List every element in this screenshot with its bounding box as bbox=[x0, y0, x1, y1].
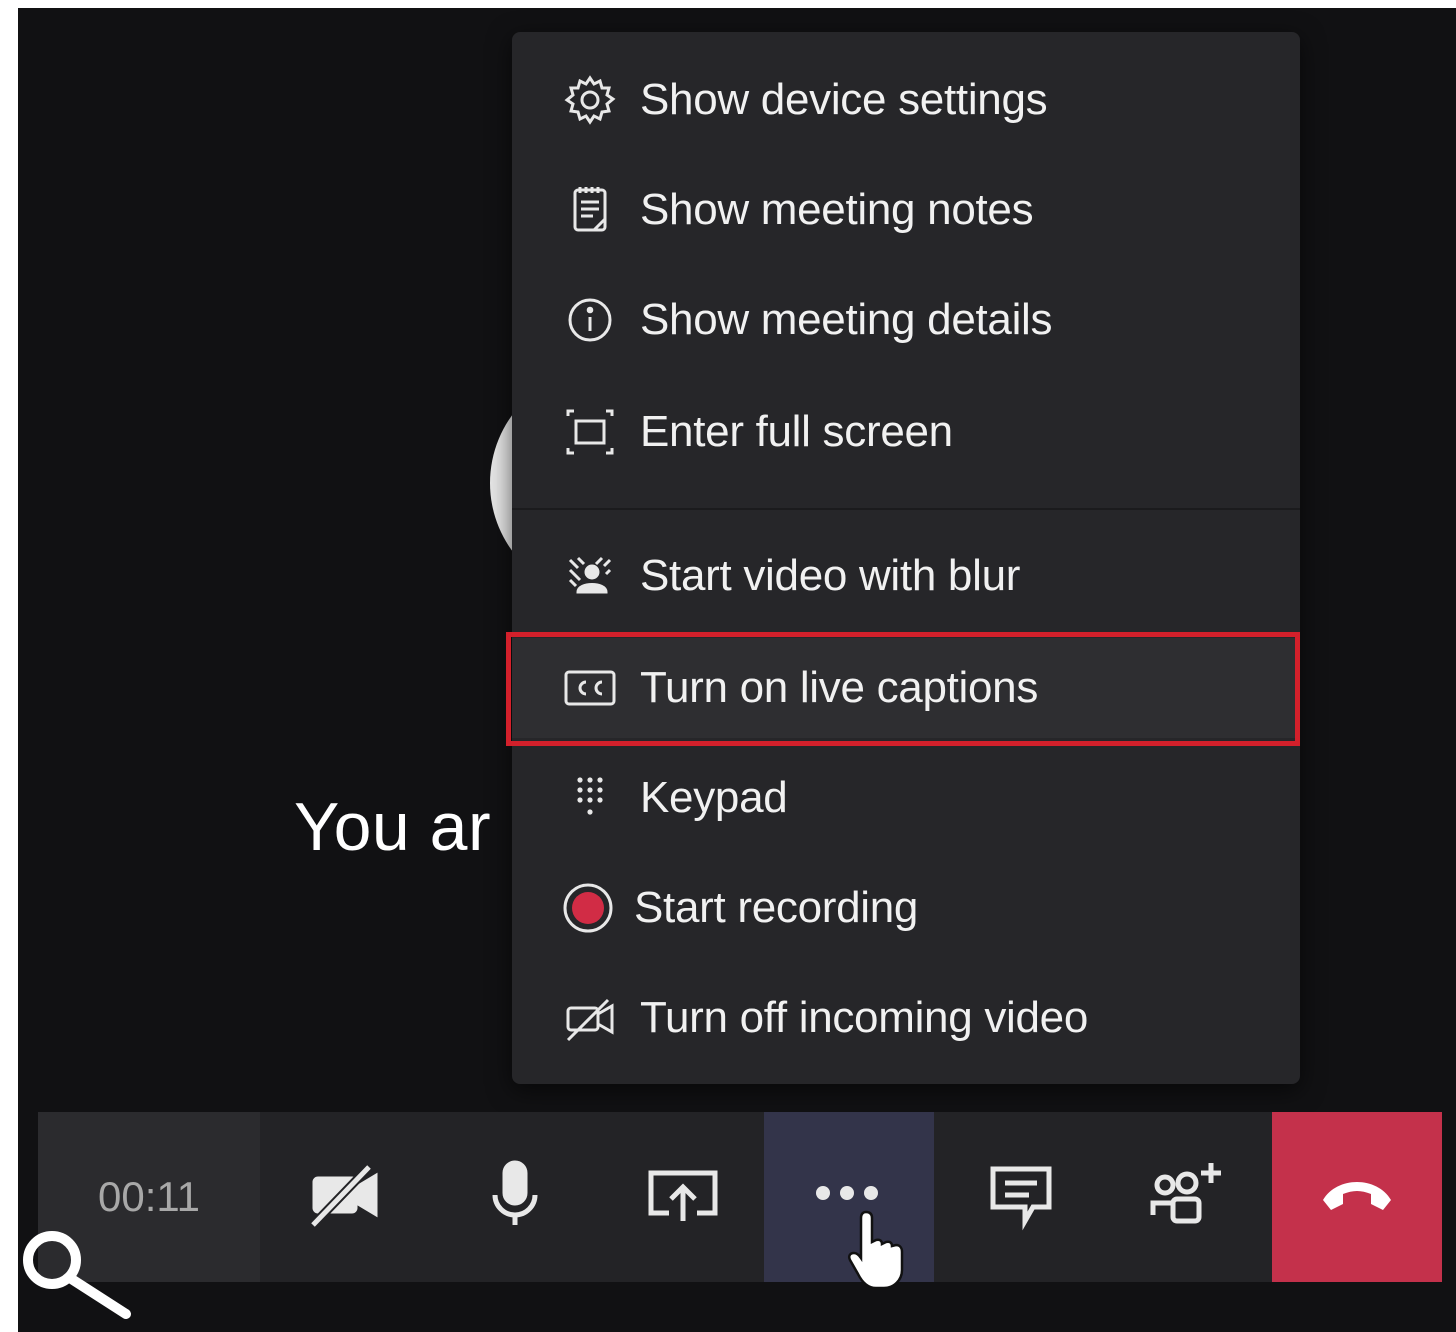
participants-button[interactable] bbox=[1130, 1112, 1240, 1282]
waiting-message: You ar bbox=[294, 789, 492, 865]
menu-item-keypad[interactable]: Keypad bbox=[512, 748, 1300, 848]
cc-icon bbox=[562, 660, 618, 716]
menu-item-label: Start recording bbox=[634, 883, 919, 932]
gear-icon bbox=[562, 72, 618, 128]
menu-divider bbox=[512, 508, 1300, 510]
camera-off-icon bbox=[305, 1155, 385, 1240]
share-screen-button[interactable] bbox=[628, 1112, 738, 1282]
menu-item-label: Show meeting notes bbox=[640, 185, 1034, 234]
menu-item-device-settings[interactable]: Show device settings bbox=[512, 50, 1300, 150]
video-off-icon bbox=[562, 990, 618, 1046]
notes-icon bbox=[562, 182, 618, 238]
blur-icon bbox=[562, 548, 618, 604]
hang-up-icon bbox=[1317, 1170, 1397, 1225]
menu-item-label: Turn off incoming video bbox=[640, 993, 1089, 1042]
more-options-menu: Show device settings Show meeting notes … bbox=[512, 32, 1300, 1084]
hand-cursor-icon bbox=[846, 1208, 906, 1290]
menu-item-label: Show meeting details bbox=[640, 295, 1053, 344]
menu-item-incoming-video-off[interactable]: Turn off incoming video bbox=[512, 968, 1300, 1068]
keypad-icon bbox=[562, 770, 618, 826]
microphone-button[interactable] bbox=[460, 1112, 570, 1282]
record-icon bbox=[562, 880, 618, 936]
camera-toggle-button[interactable] bbox=[290, 1112, 400, 1282]
microphone-icon bbox=[475, 1155, 555, 1240]
chat-button[interactable] bbox=[966, 1112, 1076, 1282]
participants-icon bbox=[1143, 1155, 1227, 1240]
menu-item-label: Start video with blur bbox=[640, 551, 1021, 600]
menu-item-video-blur[interactable]: Start video with blur bbox=[512, 526, 1300, 626]
chat-icon bbox=[981, 1155, 1061, 1240]
magnifier-icon bbox=[18, 1226, 138, 1326]
menu-item-label: Enter full screen bbox=[640, 407, 953, 456]
menu-item-meeting-details[interactable]: Show meeting details bbox=[512, 270, 1300, 370]
menu-item-label: Turn on live captions bbox=[640, 663, 1039, 712]
hang-up-button[interactable] bbox=[1272, 1112, 1442, 1282]
info-icon bbox=[562, 292, 618, 348]
menu-item-label: Show device settings bbox=[640, 75, 1048, 124]
menu-item-start-recording[interactable]: Start recording bbox=[512, 858, 1300, 958]
menu-item-label: Keypad bbox=[640, 773, 788, 822]
menu-item-meeting-notes[interactable]: Show meeting notes bbox=[512, 160, 1300, 260]
share-screen-icon bbox=[643, 1155, 723, 1240]
fullscreen-icon bbox=[562, 404, 618, 460]
menu-item-live-captions[interactable]: Turn on live captions bbox=[512, 638, 1300, 738]
call-toolbar: 00:11 bbox=[38, 1112, 1442, 1282]
menu-item-full-screen[interactable]: Enter full screen bbox=[512, 382, 1300, 482]
